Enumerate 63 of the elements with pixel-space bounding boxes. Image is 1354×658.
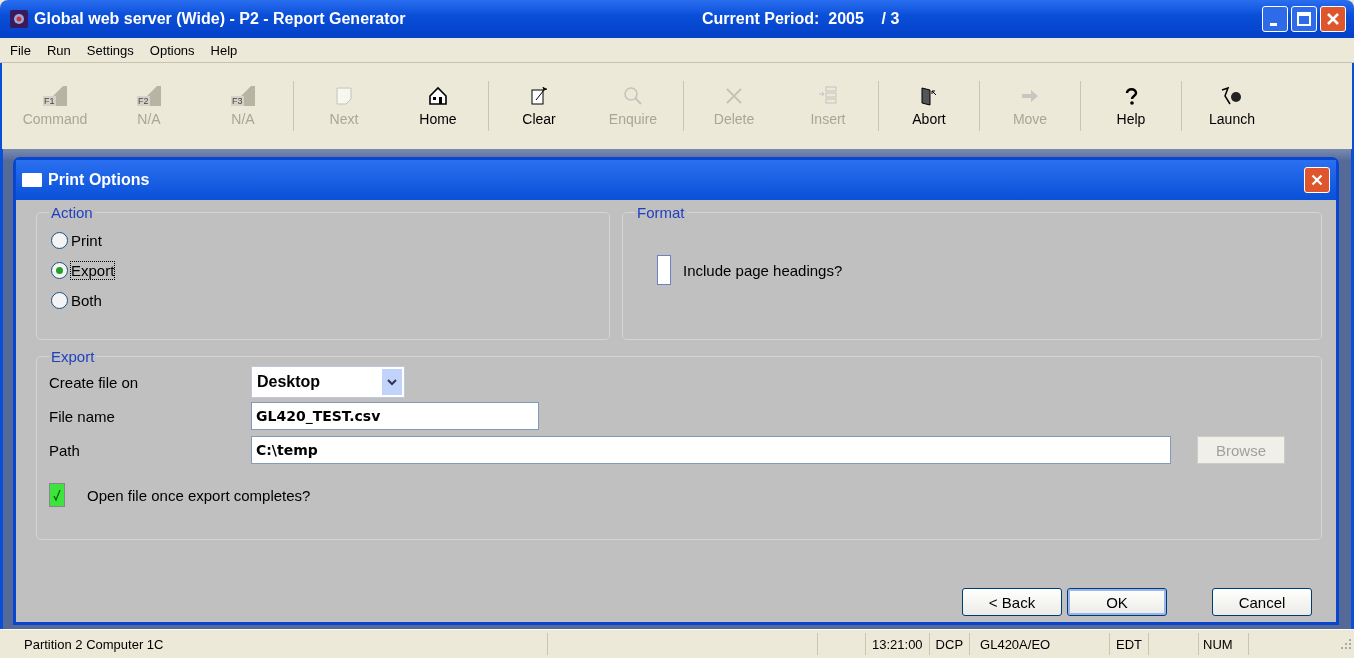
key-icon: F2 (137, 86, 161, 106)
group-label: Action (50, 204, 94, 221)
check-icon (52, 488, 62, 502)
app-icon (10, 10, 28, 28)
checkbox-label: Include page headings? (683, 261, 843, 279)
dialog-button[interactable]: OK (1067, 588, 1167, 616)
radio-button[interactable] (51, 291, 68, 309)
key-icon: F3 (231, 86, 255, 106)
dialog-button[interactable]: < Back (962, 588, 1062, 616)
minimize-button[interactable] (1262, 6, 1288, 32)
toolbar-button[interactable]: Help (1084, 76, 1178, 136)
chevron-down-icon (387, 378, 397, 386)
field-label: File name (49, 407, 116, 425)
radio-button[interactable] (51, 261, 68, 279)
toolbar-button[interactable]: Abort (882, 76, 976, 136)
maximize-button[interactable] (1291, 6, 1317, 32)
toolbar-button[interactable]: Launch (1185, 76, 1279, 136)
group-label: Format (636, 204, 686, 221)
key-icon: F1 (43, 86, 67, 106)
menu-item[interactable]: File (10, 42, 31, 58)
cross-icon (724, 86, 744, 106)
current-period: Current Period: 2005 / 3 (702, 10, 900, 28)
toolbar-button[interactable]: Clear (492, 76, 586, 136)
close-button[interactable] (1304, 167, 1330, 193)
maximize-icon (1294, 9, 1314, 29)
checkbox-label: Open file once export completes? (87, 486, 311, 504)
location-dropdown[interactable]: Desktop (251, 366, 405, 398)
radio-label: Print (71, 231, 102, 249)
status-text: Partition 2 Computer 1C (0, 633, 548, 655)
field-label: Create file on (49, 373, 140, 391)
page-icon (529, 86, 549, 106)
resize-grip-icon (1340, 638, 1352, 650)
window-title: Global web server (Wide) - P2 - Report Generator (34, 10, 407, 28)
group-label: Export (50, 348, 96, 365)
status-text: DCP (929, 633, 971, 655)
radio-label: Export (71, 261, 115, 279)
toolbar-button[interactable]: Home (391, 76, 485, 136)
launch-icon (1220, 86, 1244, 106)
dialog-button[interactable]: Cancel (1212, 588, 1312, 616)
status-text: NUM (1199, 633, 1250, 655)
status-text: GL420A/EO (970, 633, 1111, 655)
file-name-field[interactable]: GL420_TEST.csv (251, 402, 539, 430)
path-field[interactable]: C:\temp (251, 436, 1171, 464)
checkbox[interactable] (657, 255, 671, 285)
checkbox[interactable] (49, 483, 65, 507)
menu-item[interactable]: Help (210, 42, 238, 58)
menu-item[interactable]: Settings (86, 42, 134, 58)
door-icon (919, 86, 939, 106)
menu-item[interactable]: Run (46, 42, 71, 58)
menu-item[interactable]: Options (149, 42, 195, 58)
window-icon (22, 173, 42, 187)
status-text: EDT (1110, 633, 1150, 655)
radio-button[interactable] (51, 231, 68, 249)
search-icon (623, 86, 643, 106)
minimize-icon (1269, 23, 1277, 26)
house-icon (428, 86, 448, 106)
field-label: Path (49, 441, 81, 459)
status-text: 13:21:00 (866, 633, 930, 655)
list-icon (818, 86, 838, 106)
radio-label: Both (71, 291, 102, 309)
dialog-title: Print Options (48, 171, 150, 189)
page-icon (334, 86, 354, 106)
close-button[interactable] (1320, 6, 1346, 32)
